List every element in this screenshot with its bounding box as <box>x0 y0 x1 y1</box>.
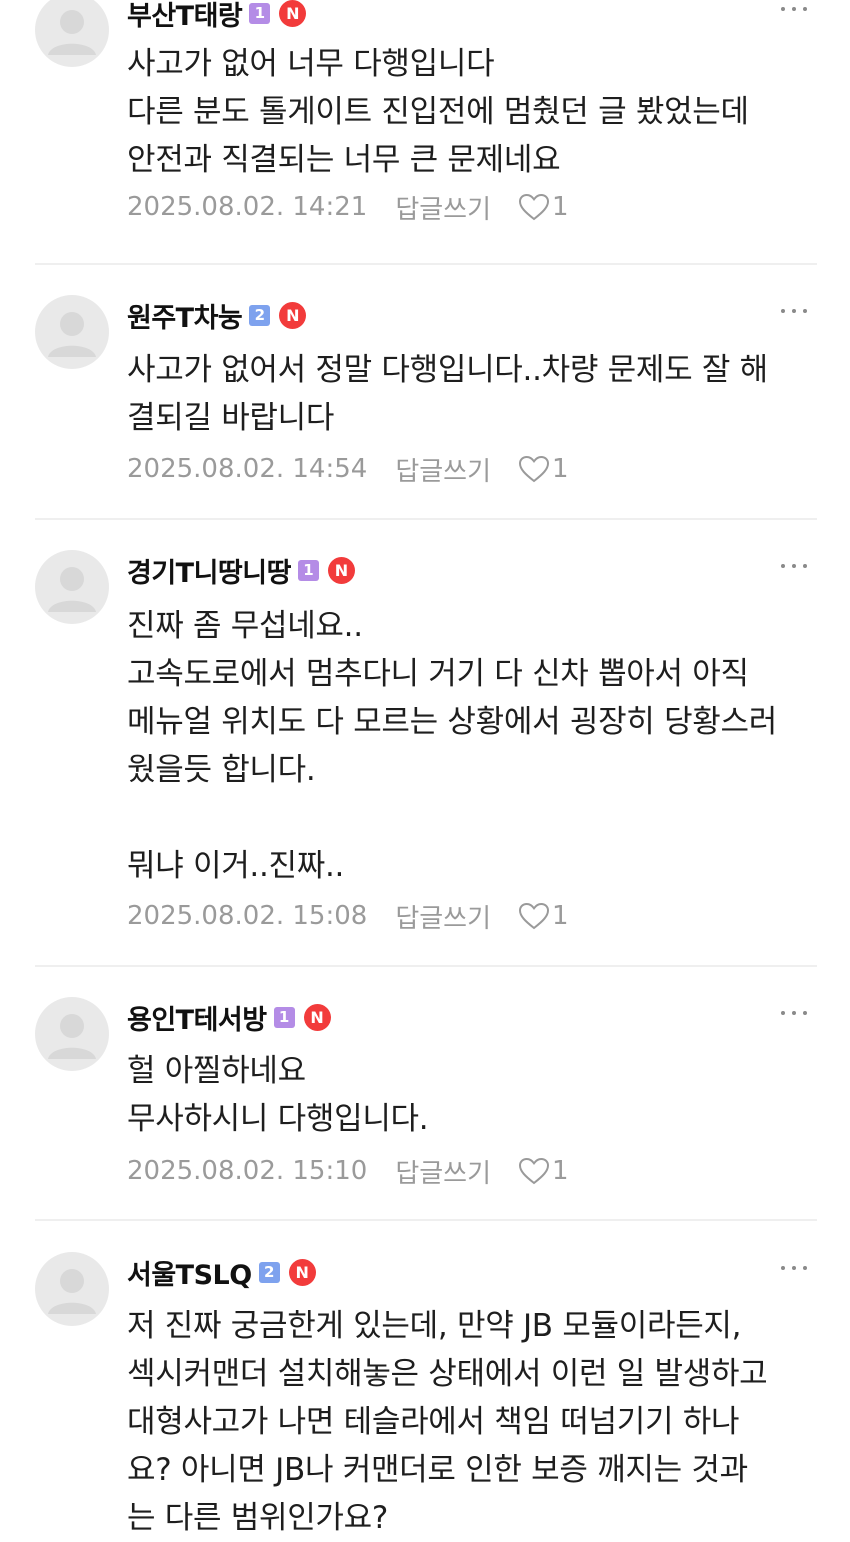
author-name[interactable]: 원주T차눙 <box>127 296 243 335</box>
default-user-avatar-icon <box>48 1014 96 1059</box>
author-name[interactable]: 서울TSLQ <box>127 1253 252 1292</box>
level-badge: 2 <box>249 304 271 326</box>
reply-button[interactable]: 답글쓰기 <box>395 898 491 935</box>
heart-outline-icon[interactable] <box>518 193 550 221</box>
reply-button[interactable]: 답글쓰기 <box>395 1153 491 1190</box>
comment-header: 용인T테서방 1 N <box>127 997 331 1037</box>
new-badge: N <box>327 556 355 584</box>
like-count: 1 <box>552 1156 569 1186</box>
like-count: 1 <box>552 901 569 931</box>
default-user-avatar-icon <box>48 1269 96 1314</box>
avatar[interactable] <box>35 997 109 1071</box>
reply-button[interactable]: 답글쓰기 <box>395 189 491 226</box>
level-badge: 2 <box>258 1261 280 1283</box>
comment-meta: 2025.08.02. 14:21 답글쓰기 1 <box>127 187 569 227</box>
more-horizontal-icon[interactable] <box>779 0 809 23</box>
comment-meta: 2025.08.02. 15:08 답글쓰기 1 <box>127 896 569 936</box>
author-name[interactable]: 경기T니땅니땅 <box>127 551 291 590</box>
divider <box>35 263 817 265</box>
avatar[interactable] <box>35 550 109 624</box>
more-horizontal-icon[interactable] <box>779 1252 809 1282</box>
comment-timestamp: 2025.08.02. 15:10 <box>127 1156 368 1186</box>
level-badge: 1 <box>249 2 271 24</box>
comment-text: 헐 아찔하네요 무사하시니 다행입니다. <box>127 1053 429 1137</box>
default-user-avatar-icon <box>48 10 96 55</box>
avatar[interactable] <box>35 295 109 369</box>
divider <box>35 518 817 520</box>
level-badge: 1 <box>297 559 319 581</box>
heart-outline-icon[interactable] <box>518 455 550 483</box>
comment-header: 경기T니땅니땅 1 N <box>127 550 355 590</box>
more-horizontal-icon[interactable] <box>779 550 809 580</box>
reply-button[interactable]: 답글쓰기 <box>395 451 491 488</box>
avatar[interactable] <box>35 1252 109 1326</box>
level-badge: 1 <box>273 1006 295 1028</box>
heart-outline-icon[interactable] <box>518 902 550 930</box>
more-horizontal-icon[interactable] <box>779 295 809 325</box>
new-badge: N <box>279 301 307 329</box>
default-user-avatar-icon <box>48 312 96 357</box>
like-count: 1 <box>552 454 569 484</box>
new-badge: N <box>279 0 307 27</box>
new-badge: N <box>288 1258 316 1286</box>
new-badge: N <box>303 1003 331 1031</box>
heart-outline-icon[interactable] <box>518 1157 550 1185</box>
comment-timestamp: 2025.08.02. 14:21 <box>127 192 368 222</box>
comment-header: 원주T차눙 2 N <box>127 295 307 335</box>
comment-header: 부산T태랑 1 N <box>127 0 307 33</box>
author-name[interactable]: 부산T태랑 <box>127 0 243 33</box>
like-count: 1 <box>552 192 569 222</box>
author-name[interactable]: 용인T테서방 <box>127 998 267 1037</box>
comment-header: 서울TSLQ 2 N <box>127 1252 316 1292</box>
divider <box>35 1219 817 1221</box>
comment-timestamp: 2025.08.02. 14:54 <box>127 454 368 484</box>
comment-text: 진짜 좀 무섭네요.. 고속도로에서 멈추다니 거기 다 신차 뽑아서 아직 메… <box>127 608 777 884</box>
divider <box>35 965 817 967</box>
more-horizontal-icon[interactable] <box>779 997 809 1027</box>
comment-meta: 2025.08.02. 15:10 답글쓰기 1 <box>127 1151 569 1191</box>
comment-meta: 2025.08.02. 14:54 답글쓰기 1 <box>127 449 569 489</box>
default-user-avatar-icon <box>48 567 96 612</box>
comment-text: 사고가 없어 너무 다행입니다 다른 분도 톨게이트 진입전에 멈췄던 글 봤었… <box>127 46 749 178</box>
avatar[interactable] <box>35 0 109 67</box>
comment-text: 사고가 없어서 정말 다행입니다..차량 문제도 잘 해 결되길 바랍니다 <box>127 352 768 436</box>
comment-timestamp: 2025.08.02. 15:08 <box>127 901 368 931</box>
comment-text: 저 진짜 궁금한게 있는데, 만약 JB 모듈이라든지, 섹시커맨더 설치해놓은… <box>127 1308 768 1536</box>
